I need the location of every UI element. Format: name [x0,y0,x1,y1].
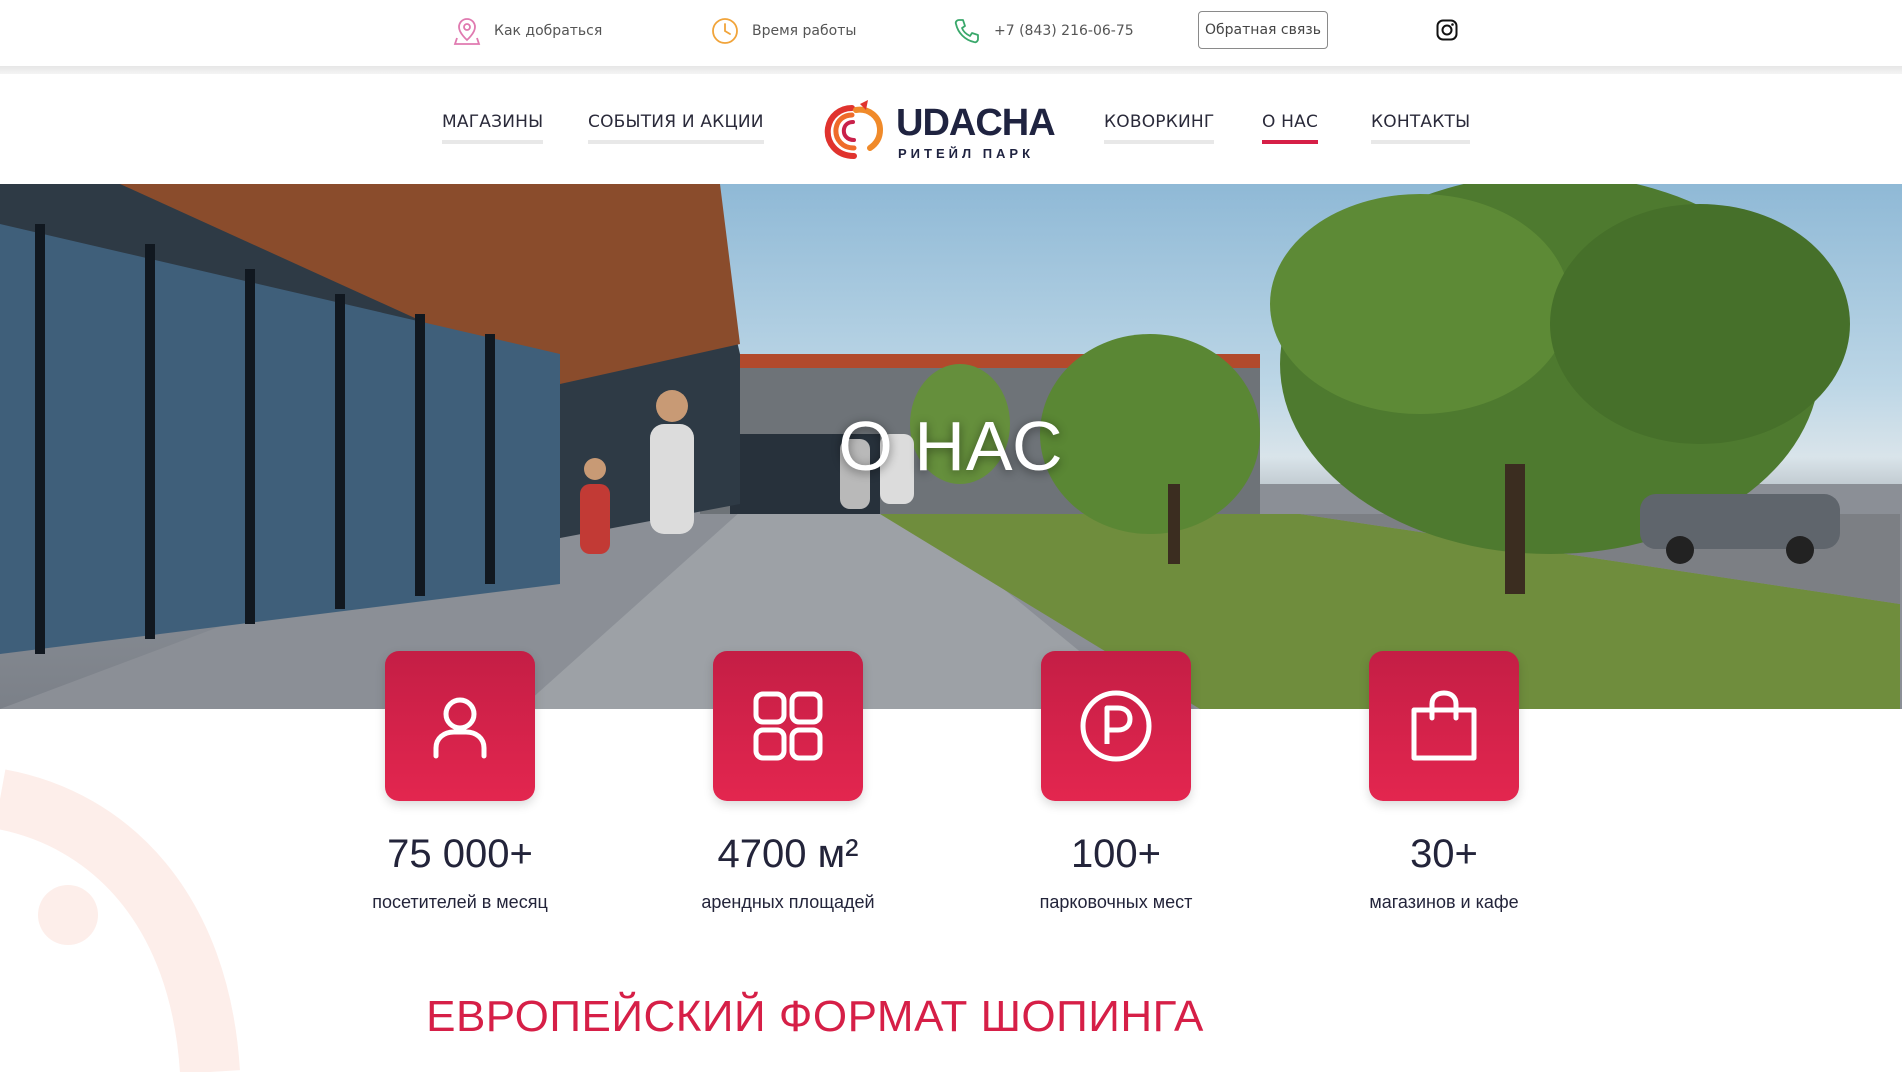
stat-area-label: арендных площадей [701,892,875,912]
nav-item-coworking[interactable]: КОВОРКИНГ [1104,112,1215,144]
nav-item-events[interactable]: СОБЫТИЯ И АКЦИИ [588,112,764,144]
stat-parking-value: 100+ [1070,832,1162,876]
stat-visitors-icon-box [385,651,535,801]
topbar-divider [0,66,1902,74]
phone-number: +7 (843) 216-06-75 [994,23,1134,39]
instagram-icon [1436,19,1458,41]
top-info-bar: Как добраться Время работы +7 (843) 216-… [0,0,1902,66]
main-nav: МАГАЗИНЫ СОБЫТИЯ И АКЦИИ UDACHA РИТЕЙЛ П… [0,74,1902,184]
instagram-link[interactable] [1432,15,1462,45]
parking-icon [1080,690,1152,762]
phone-link[interactable]: +7 (843) 216-06-75 [952,14,1134,48]
stat-area-icon-box [713,651,863,801]
nav-item-about[interactable]: О НАС [1262,112,1319,144]
phone-icon [954,19,979,44]
hero-title: О НАС [838,407,1064,485]
nav-item-shops[interactable]: МАГАЗИНЫ [442,112,544,144]
directions-label: Как добраться [494,23,603,39]
hours-label: Время работы [752,23,857,39]
logo-mark-icon [824,100,884,159]
map-pin-icon [453,18,481,45]
logo[interactable]: UDACHA РИТЕЙЛ ПАРК [820,96,1056,162]
stat-parking-icon-box [1041,651,1191,801]
grid-icon [753,691,823,761]
stat-parking-label: парковочных мест [1039,892,1193,912]
section-heading: ЕВРОПЕЙСКИЙ ФОРМАТ ШОПИНГА [426,992,1204,1041]
hours-link[interactable]: Время работы [710,14,856,48]
person-icon [433,697,487,759]
shopping-bag-icon [1411,690,1477,761]
stat-shops-label: магазинов и кафе [1369,892,1519,912]
stat-visitors-value: 75 000+ [387,832,533,876]
stat-shops-icon-box [1369,651,1519,801]
hero-banner: О НАС [0,184,1902,709]
nav-item-contacts[interactable]: КОНТАКТЫ [1371,112,1471,144]
logo-title: UDACHA [896,102,1056,144]
stat-shops-value: 30+ [1410,832,1478,876]
feedback-button[interactable]: Обратная связь [1198,11,1328,49]
stat-visitors-label: посетителей в месяц [372,892,548,912]
clock-icon [712,18,738,44]
directions-link[interactable]: Как добраться [452,14,602,48]
stat-area-value: 4700 м² [717,832,859,876]
logo-subtitle: РИТЕЙЛ ПАРК [898,146,1035,161]
